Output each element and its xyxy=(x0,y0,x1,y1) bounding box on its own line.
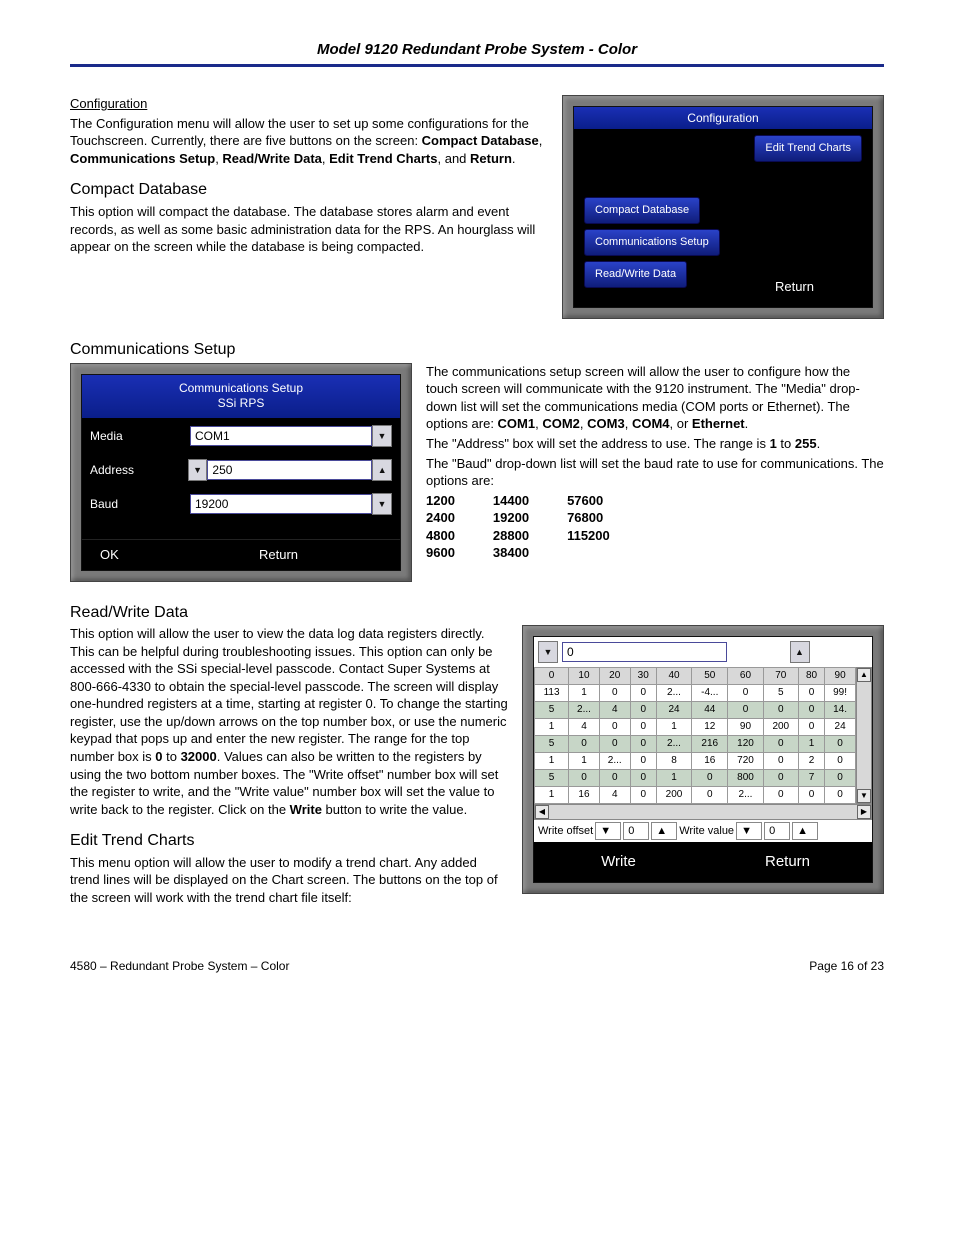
table-row: 1164020002...000 xyxy=(535,787,856,804)
page-header: Model 9120 Redundant Probe System - Colo… xyxy=(70,40,884,67)
table-col-header: 10 xyxy=(569,668,600,685)
compact-database-button[interactable]: Compact Database xyxy=(584,197,700,224)
configuration-panel-figure: Configuration Edit Trend Charts Compact … xyxy=(562,95,884,319)
scroll-down-icon[interactable]: ▼ xyxy=(857,789,871,803)
communications-setup-button[interactable]: Communications Setup xyxy=(584,229,720,256)
write-value-up[interactable]: ▲ xyxy=(792,822,818,840)
media-label: Media xyxy=(90,428,160,444)
table-col-header: 80 xyxy=(798,668,824,685)
edit-trend-charts-button[interactable]: Edit Trend Charts xyxy=(754,135,862,162)
baud-options-list: 1200240048009600 14400192002880038400 57… xyxy=(426,492,884,562)
scroll-left-icon[interactable]: ◀ xyxy=(535,805,549,819)
table-col-header: 90 xyxy=(825,668,856,685)
top-register-input[interactable] xyxy=(562,642,727,662)
baud-label: Baud xyxy=(90,496,160,512)
table-col-header: 70 xyxy=(763,668,798,685)
write-offset-value[interactable]: 0 xyxy=(623,822,649,840)
table-col-header: 50 xyxy=(692,668,728,685)
configuration-heading: Configuration xyxy=(70,96,147,111)
table-row: 1131002...-4...05099! xyxy=(535,685,856,702)
footer-right: Page 16 of 23 xyxy=(809,958,884,974)
write-offset-label: Write offset xyxy=(538,824,593,839)
table-col-header: 30 xyxy=(630,668,656,685)
baud-dropdown-arrow[interactable]: ▼ xyxy=(372,493,392,515)
comm-panel-title-1: Communications Setup xyxy=(179,381,303,395)
horizontal-scrollbar[interactable]: ◀ ▶ xyxy=(534,804,872,820)
table-col-header: 60 xyxy=(728,668,763,685)
table-row: 140011290200024 xyxy=(535,719,856,736)
top-up-arrow[interactable]: ▲ xyxy=(790,641,810,663)
table-col-header: 0 xyxy=(535,668,569,685)
write-value-label: Write value xyxy=(679,824,734,839)
write-value-down[interactable]: ▼ xyxy=(736,822,762,840)
read-write-heading: Read/Write Data xyxy=(70,602,884,624)
read-write-data-button[interactable]: Read/Write Data xyxy=(584,261,687,288)
comm-panel-title-2: SSi RPS xyxy=(218,396,265,410)
table-row: 112...0816720020 xyxy=(535,753,856,770)
media-dropdown-arrow[interactable]: ▼ xyxy=(372,425,392,447)
config-panel-title: Configuration xyxy=(574,107,872,130)
write-offset-down[interactable]: ▼ xyxy=(595,822,621,840)
scroll-right-icon[interactable]: ▶ xyxy=(857,805,871,819)
write-button[interactable]: Write xyxy=(534,842,703,882)
table-col-header: 20 xyxy=(599,668,630,685)
write-value-value[interactable]: 0 xyxy=(764,822,790,840)
write-offset-up[interactable]: ▲ xyxy=(651,822,677,840)
table-col-header: 40 xyxy=(656,668,691,685)
media-dropdown[interactable] xyxy=(190,426,372,446)
address-down-arrow[interactable]: ▼ xyxy=(188,459,208,481)
table-row: 500010800070 xyxy=(535,770,856,787)
baud-dropdown[interactable] xyxy=(190,494,372,514)
config-return-button[interactable]: Return xyxy=(757,272,832,302)
comm-return-button[interactable]: Return xyxy=(241,540,400,570)
address-up-arrow[interactable]: ▲ xyxy=(372,459,392,481)
read-write-panel-figure: ▼ ▲ 0102030405060708090 1131002...-4...0… xyxy=(522,625,884,894)
scroll-up-icon[interactable]: ▲ xyxy=(857,668,871,682)
comm-ok-button[interactable]: OK xyxy=(82,540,241,570)
address-input[interactable] xyxy=(207,460,372,480)
vertical-scrollbar[interactable]: ▲ ▼ xyxy=(856,667,872,804)
footer-left: 4580 – Redundant Probe System – Color xyxy=(70,958,289,974)
top-down-arrow[interactable]: ▼ xyxy=(538,641,558,663)
rw-return-button[interactable]: Return xyxy=(703,842,872,882)
register-table: 0102030405060708090 1131002...-4...05099… xyxy=(534,667,856,804)
table-row: 52...40244400014. xyxy=(535,702,856,719)
communications-setup-heading: Communications Setup xyxy=(70,339,884,361)
communications-panel-figure: Communications Setup SSi RPS Media ▼ Add… xyxy=(70,363,412,582)
address-label: Address xyxy=(90,462,158,478)
page-footer: 4580 – Redundant Probe System – Color Pa… xyxy=(70,958,884,974)
table-row: 50002...216120010 xyxy=(535,736,856,753)
